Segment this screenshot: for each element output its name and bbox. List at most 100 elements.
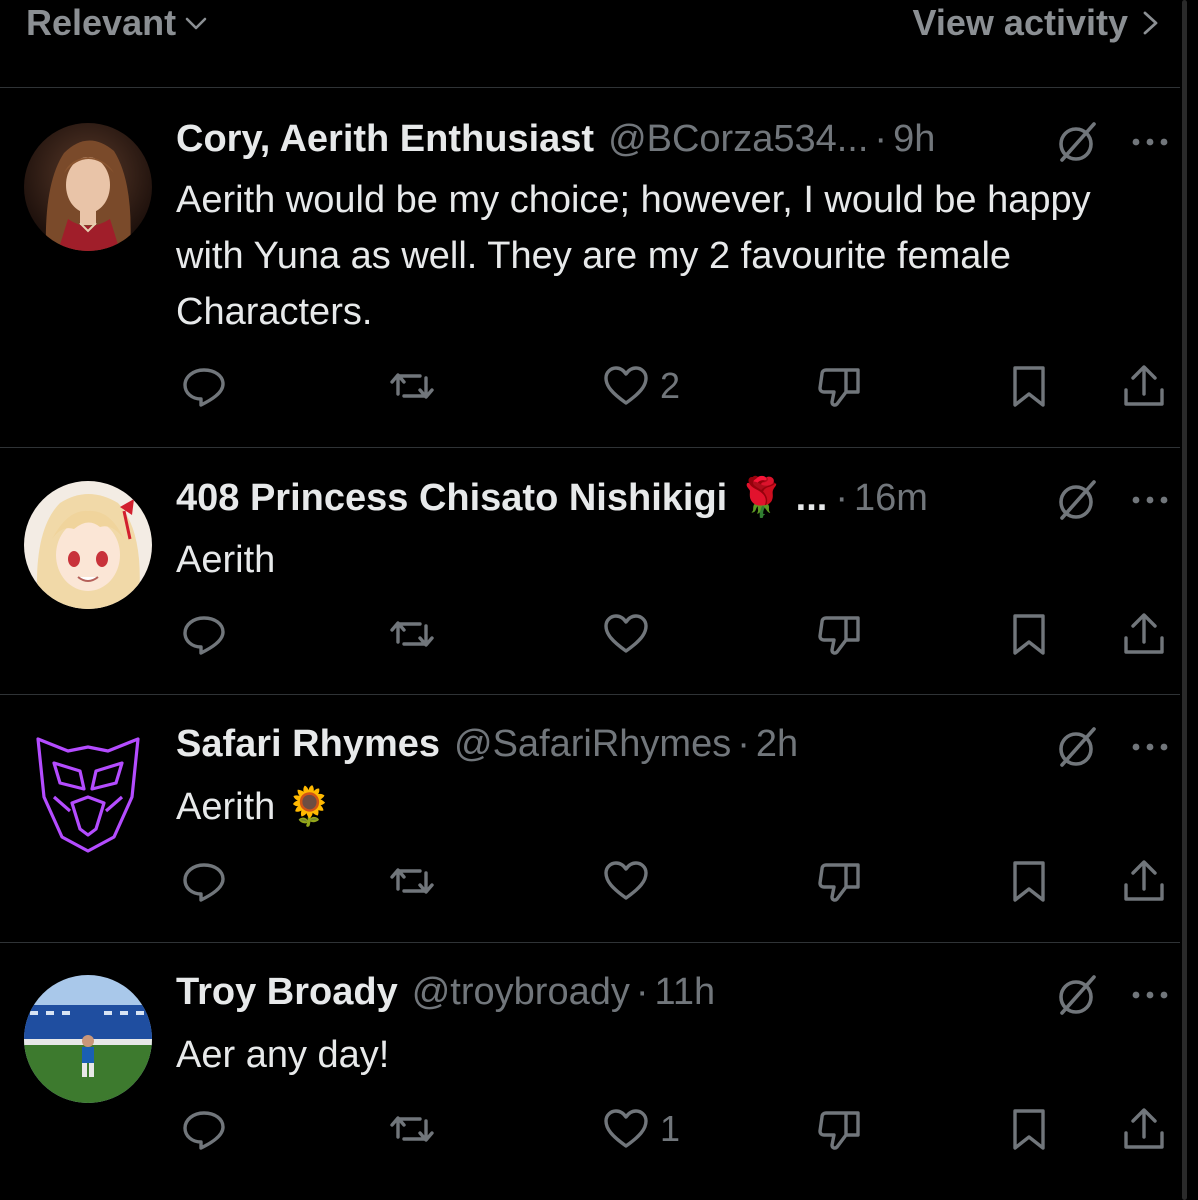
reply-header: Safari Rhymes @SafariRhymes · 2h xyxy=(176,723,798,766)
reply-button[interactable] xyxy=(180,857,228,905)
share-upload-icon xyxy=(1124,1108,1164,1149)
reply-header: Cory, Aerith Enthusiast @BCorza534... · … xyxy=(176,118,935,161)
repost-button[interactable] xyxy=(388,857,436,905)
repost-arrows-icon xyxy=(390,621,434,647)
share-upload-icon xyxy=(1124,860,1164,901)
avatar[interactable] xyxy=(24,975,152,1103)
speech-bubble-icon xyxy=(183,863,225,902)
reply-header: Troy Broady @troybroady · 11h xyxy=(176,971,715,1014)
share-button[interactable] xyxy=(1120,857,1168,905)
grok-slash-icon[interactable] xyxy=(1052,476,1100,524)
speech-bubble-icon xyxy=(183,1111,225,1150)
reply-button[interactable] xyxy=(180,1105,228,1153)
anime-girl-avatar-image xyxy=(24,481,152,609)
reply-text: Aer any day! xyxy=(176,1034,390,1076)
display-name[interactable]: 408 Princess Chisato Nishikigi 🌹 ... xyxy=(176,476,827,520)
view-activity-label: View activity xyxy=(912,2,1128,43)
thumbs-down-icon xyxy=(818,616,860,655)
bookmark-icon xyxy=(1013,614,1045,655)
timestamp[interactable]: 9h xyxy=(893,118,935,161)
heart-icon xyxy=(604,614,648,653)
username-handle[interactable]: @BCorza534... xyxy=(608,118,868,161)
avatar[interactable] xyxy=(24,481,152,609)
repost-button[interactable] xyxy=(388,362,436,410)
heart-icon xyxy=(604,1109,648,1148)
like-button[interactable] xyxy=(602,857,660,905)
bookmark-button[interactable] xyxy=(1005,610,1053,658)
more-dots-icon[interactable] xyxy=(1130,494,1170,506)
bookmark-icon xyxy=(1013,366,1045,407)
aerith-avatar-image xyxy=(24,123,152,251)
like-count: 1 xyxy=(660,1108,681,1149)
share-button[interactable] xyxy=(1120,362,1168,410)
stadium-avatar-image xyxy=(24,975,152,1103)
like-button[interactable]: 2 xyxy=(602,362,680,410)
dislike-button[interactable] xyxy=(816,1105,864,1153)
repost-button[interactable] xyxy=(388,610,436,658)
avatar[interactable] xyxy=(24,727,152,855)
repost-button[interactable] xyxy=(388,1105,436,1153)
thumbs-down-icon xyxy=(818,368,860,407)
chevron-down-icon xyxy=(185,17,207,30)
reply-item[interactable]: Cory, Aerith Enthusiast @BCorza534... · … xyxy=(0,88,1180,448)
bookmark-button[interactable] xyxy=(1005,362,1053,410)
more-dots-icon[interactable] xyxy=(1130,136,1170,148)
separator-dot: · xyxy=(635,971,649,1013)
avatar[interactable] xyxy=(24,123,152,251)
username-handle[interactable]: @troybroady xyxy=(412,971,630,1014)
grok-slash-icon[interactable] xyxy=(1052,723,1100,771)
reply-button[interactable] xyxy=(180,362,228,410)
reply-text: Aerith would be my choice; however, I wo… xyxy=(176,179,1091,333)
share-upload-icon xyxy=(1124,365,1164,406)
replies-topbar: Relevant View activity xyxy=(0,0,1180,88)
sort-label: Relevant xyxy=(26,2,177,43)
display-name[interactable]: Cory, Aerith Enthusiast xyxy=(176,118,594,161)
display-name[interactable]: Troy Broady xyxy=(176,971,398,1014)
more-dots-icon[interactable] xyxy=(1130,741,1170,753)
thumbs-down-icon xyxy=(818,1111,860,1150)
like-button[interactable] xyxy=(602,610,660,658)
repost-arrows-icon xyxy=(390,373,434,399)
dislike-button[interactable] xyxy=(816,610,864,658)
grok-slash-icon[interactable] xyxy=(1052,118,1100,166)
reply-item[interactable]: 408 Princess Chisato Nishikigi 🌹 ... · 1… xyxy=(0,448,1180,695)
reply-text: Aerith xyxy=(176,539,276,581)
share-upload-icon xyxy=(1124,613,1164,654)
dislike-button[interactable] xyxy=(816,857,864,905)
chevron-right-icon xyxy=(1143,11,1158,35)
thumbs-down-icon xyxy=(818,863,860,902)
reply-item[interactable]: Safari Rhymes @SafariRhymes · 2h Aerith … xyxy=(0,695,1180,943)
bookmark-icon xyxy=(1013,1109,1045,1150)
separator-dot: · xyxy=(835,476,848,519)
timestamp[interactable]: 11h xyxy=(655,971,716,1014)
timestamp[interactable]: 2h xyxy=(756,723,798,766)
speech-bubble-icon xyxy=(183,368,225,407)
dislike-button[interactable] xyxy=(816,362,864,410)
decepticon-avatar-image xyxy=(24,727,152,855)
grok-slash-icon[interactable] xyxy=(1052,971,1100,1019)
separator-dot: · xyxy=(737,723,750,765)
repost-arrows-icon xyxy=(390,868,434,894)
reply-item[interactable]: Troy Broady @troybroady · 11h Aer any da… xyxy=(0,943,1180,1200)
view-activity-link[interactable]: View activity xyxy=(913,2,1162,44)
username-handle[interactable]: @SafariRhymes xyxy=(454,723,731,766)
like-count: 2 xyxy=(660,365,681,406)
reply-text: Aerith 🌻 xyxy=(176,786,334,828)
reply-button[interactable] xyxy=(180,610,228,658)
speech-bubble-icon xyxy=(183,616,225,655)
separator-dot: · xyxy=(874,118,888,160)
bookmark-button[interactable] xyxy=(1005,1105,1053,1153)
repost-arrows-icon xyxy=(390,1116,434,1142)
heart-icon xyxy=(604,366,648,405)
sort-dropdown[interactable]: Relevant xyxy=(26,2,208,44)
scrollbar-thumb[interactable] xyxy=(1182,0,1187,1200)
more-dots-icon[interactable] xyxy=(1130,989,1170,1001)
bookmark-icon xyxy=(1013,861,1045,902)
like-button[interactable]: 1 xyxy=(602,1105,680,1153)
display-name[interactable]: Safari Rhymes xyxy=(176,723,440,766)
heart-icon xyxy=(604,861,648,900)
bookmark-button[interactable] xyxy=(1005,857,1053,905)
timestamp[interactable]: 16m xyxy=(854,477,928,520)
share-button[interactable] xyxy=(1120,1105,1168,1153)
share-button[interactable] xyxy=(1120,610,1168,658)
